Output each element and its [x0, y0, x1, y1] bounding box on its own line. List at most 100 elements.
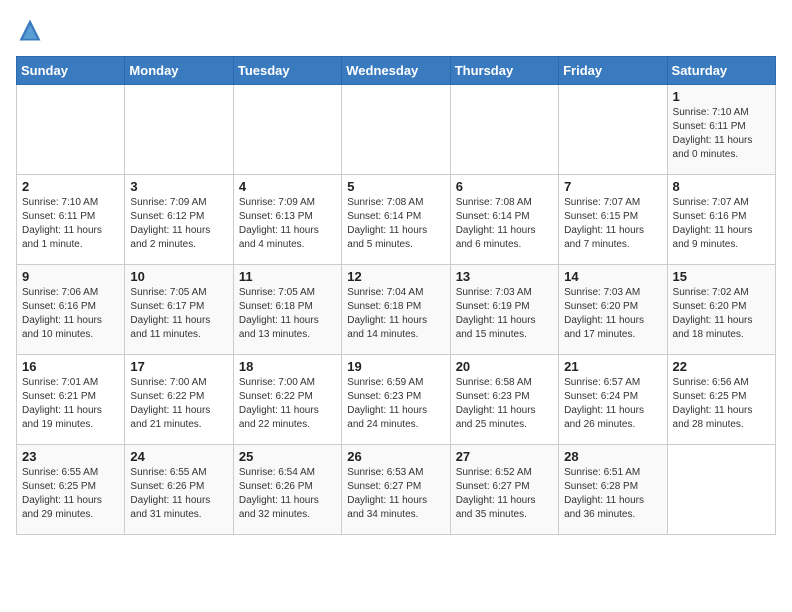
day-number: 22 [673, 359, 770, 374]
day-info: Sunrise: 7:07 AM Sunset: 6:16 PM Dayligh… [673, 196, 770, 252]
calendar-table: SundayMondayTuesdayWednesdayThursdayFrid… [16, 56, 776, 535]
day-info: Sunrise: 6:51 AM Sunset: 6:28 PM Dayligh… [564, 466, 661, 522]
day-header-tuesday: Tuesday [233, 57, 341, 85]
cal-cell: 27Sunrise: 6:52 AM Sunset: 6:27 PM Dayli… [450, 445, 558, 535]
day-info: Sunrise: 7:06 AM Sunset: 6:16 PM Dayligh… [22, 286, 119, 342]
day-number: 21 [564, 359, 661, 374]
cal-cell [559, 85, 667, 175]
week-row-0: 1 Sunrise: 7:10 AM Sunset: 6:11 PM Daylig… [17, 85, 776, 175]
day-number: 27 [456, 449, 553, 464]
cal-cell: 11 Sunrise: 7:05 AM Sunset: 6:18 PM Dayli… [233, 265, 341, 355]
logo [16, 16, 48, 44]
cal-cell: 22 Sunrise: 6:56 AM Sunset: 6:25 PM Dayli… [667, 355, 775, 445]
day-number: 16 [22, 359, 119, 374]
cal-cell: 25 Sunrise: 6:54 AM Sunset: 6:26 PM Dayli… [233, 445, 341, 535]
cal-cell [125, 85, 233, 175]
cal-cell: 15 Sunrise: 7:02 AM Sunset: 6:20 PM Dayli… [667, 265, 775, 355]
day-info: Sunrise: 7:00 AM Sunset: 6:22 PM Dayligh… [239, 376, 336, 432]
day-number: 15 [673, 269, 770, 284]
cal-cell: 26 Sunrise: 6:53 AM Sunset: 6:27 PM Dayli… [342, 445, 450, 535]
day-header-saturday: Saturday [667, 57, 775, 85]
day-info: Sunrise: 6:53 AM Sunset: 6:27 PM Dayligh… [347, 466, 444, 522]
cal-cell: 10 Sunrise: 7:05 AM Sunset: 6:17 PM Dayli… [125, 265, 233, 355]
day-info: Sunrise: 7:01 AM Sunset: 6:21 PM Dayligh… [22, 376, 119, 432]
cal-cell: 20 Sunrise: 6:58 AM Sunset: 6:23 PM Dayli… [450, 355, 558, 445]
day-number: 14 [564, 269, 661, 284]
day-number: 10 [130, 269, 227, 284]
cal-cell: 17 Sunrise: 7:00 AM Sunset: 6:22 PM Dayli… [125, 355, 233, 445]
day-info: Sunrise: 6:54 AM Sunset: 6:26 PM Dayligh… [239, 466, 336, 522]
day-number: 3 [130, 179, 227, 194]
cal-cell: 5 Sunrise: 7:08 AM Sunset: 6:14 PM Daylig… [342, 175, 450, 265]
cal-cell [342, 85, 450, 175]
cal-cell: 16 Sunrise: 7:01 AM Sunset: 6:21 PM Dayli… [17, 355, 125, 445]
day-number: 7 [564, 179, 661, 194]
day-info: Sunrise: 7:10 AM Sunset: 6:11 PM Dayligh… [22, 196, 119, 252]
day-info: Sunrise: 7:04 AM Sunset: 6:18 PM Dayligh… [347, 286, 444, 342]
day-number: 20 [456, 359, 553, 374]
cal-cell: 7 Sunrise: 7:07 AM Sunset: 6:15 PM Daylig… [559, 175, 667, 265]
cal-cell: 13 Sunrise: 7:03 AM Sunset: 6:19 PM Dayli… [450, 265, 558, 355]
day-number: 1 [673, 89, 770, 104]
day-number: 24 [130, 449, 227, 464]
cal-cell: 19 Sunrise: 6:59 AM Sunset: 6:23 PM Dayli… [342, 355, 450, 445]
cal-cell: 18 Sunrise: 7:00 AM Sunset: 6:22 PM Dayli… [233, 355, 341, 445]
day-info: Sunrise: 6:57 AM Sunset: 6:24 PM Dayligh… [564, 376, 661, 432]
day-number: 18 [239, 359, 336, 374]
cal-cell: 6 Sunrise: 7:08 AM Sunset: 6:14 PM Daylig… [450, 175, 558, 265]
day-info: Sunrise: 7:05 AM Sunset: 6:18 PM Dayligh… [239, 286, 336, 342]
day-info: Sunrise: 7:10 AM Sunset: 6:11 PM Dayligh… [673, 106, 770, 162]
cal-cell: 12 Sunrise: 7:04 AM Sunset: 6:18 PM Dayli… [342, 265, 450, 355]
cal-cell [667, 445, 775, 535]
day-header-sunday: Sunday [17, 57, 125, 85]
day-info: Sunrise: 7:02 AM Sunset: 6:20 PM Dayligh… [673, 286, 770, 342]
day-number: 4 [239, 179, 336, 194]
week-row-2: 9 Sunrise: 7:06 AM Sunset: 6:16 PM Daylig… [17, 265, 776, 355]
day-number: 12 [347, 269, 444, 284]
day-info: Sunrise: 6:55 AM Sunset: 6:25 PM Dayligh… [22, 466, 119, 522]
day-info: Sunrise: 7:03 AM Sunset: 6:20 PM Dayligh… [564, 286, 661, 342]
day-number: 6 [456, 179, 553, 194]
cal-cell [233, 85, 341, 175]
logo-icon [16, 16, 44, 44]
day-info: Sunrise: 7:08 AM Sunset: 6:14 PM Dayligh… [456, 196, 553, 252]
cal-cell: 14 Sunrise: 7:03 AM Sunset: 6:20 PM Dayli… [559, 265, 667, 355]
cal-cell [450, 85, 558, 175]
cal-cell: 8 Sunrise: 7:07 AM Sunset: 6:16 PM Daylig… [667, 175, 775, 265]
cal-cell [17, 85, 125, 175]
cal-cell: 23 Sunrise: 6:55 AM Sunset: 6:25 PM Dayli… [17, 445, 125, 535]
day-number: 19 [347, 359, 444, 374]
page-header [16, 16, 776, 44]
day-info: Sunrise: 6:58 AM Sunset: 6:23 PM Dayligh… [456, 376, 553, 432]
cal-cell: 21 Sunrise: 6:57 AM Sunset: 6:24 PM Dayli… [559, 355, 667, 445]
cal-cell: 9 Sunrise: 7:06 AM Sunset: 6:16 PM Daylig… [17, 265, 125, 355]
day-info: Sunrise: 6:55 AM Sunset: 6:26 PM Dayligh… [130, 466, 227, 522]
day-header-thursday: Thursday [450, 57, 558, 85]
day-number: 23 [22, 449, 119, 464]
day-number: 13 [456, 269, 553, 284]
day-info: Sunrise: 7:07 AM Sunset: 6:15 PM Dayligh… [564, 196, 661, 252]
cal-cell: 2Sunrise: 7:10 AM Sunset: 6:11 PM Daylig… [17, 175, 125, 265]
day-header-friday: Friday [559, 57, 667, 85]
day-number: 9 [22, 269, 119, 284]
day-info: Sunrise: 7:05 AM Sunset: 6:17 PM Dayligh… [130, 286, 227, 342]
day-info: Sunrise: 6:59 AM Sunset: 6:23 PM Dayligh… [347, 376, 444, 432]
day-number: 8 [673, 179, 770, 194]
week-row-1: 2Sunrise: 7:10 AM Sunset: 6:11 PM Daylig… [17, 175, 776, 265]
day-number: 11 [239, 269, 336, 284]
week-row-3: 16 Sunrise: 7:01 AM Sunset: 6:21 PM Dayli… [17, 355, 776, 445]
cal-cell: 28 Sunrise: 6:51 AM Sunset: 6:28 PM Dayli… [559, 445, 667, 535]
day-info: Sunrise: 7:09 AM Sunset: 6:13 PM Dayligh… [239, 196, 336, 252]
day-number: 5 [347, 179, 444, 194]
day-info: Sunrise: 7:00 AM Sunset: 6:22 PM Dayligh… [130, 376, 227, 432]
cal-cell: 3 Sunrise: 7:09 AM Sunset: 6:12 PM Daylig… [125, 175, 233, 265]
day-number: 25 [239, 449, 336, 464]
day-number: 17 [130, 359, 227, 374]
day-info: Sunrise: 6:56 AM Sunset: 6:25 PM Dayligh… [673, 376, 770, 432]
day-header-wednesday: Wednesday [342, 57, 450, 85]
day-info: Sunrise: 7:03 AM Sunset: 6:19 PM Dayligh… [456, 286, 553, 342]
day-number: 26 [347, 449, 444, 464]
day-info: Sunrise: 7:09 AM Sunset: 6:12 PM Dayligh… [130, 196, 227, 252]
day-info: Sunrise: 7:08 AM Sunset: 6:14 PM Dayligh… [347, 196, 444, 252]
day-number: 28 [564, 449, 661, 464]
